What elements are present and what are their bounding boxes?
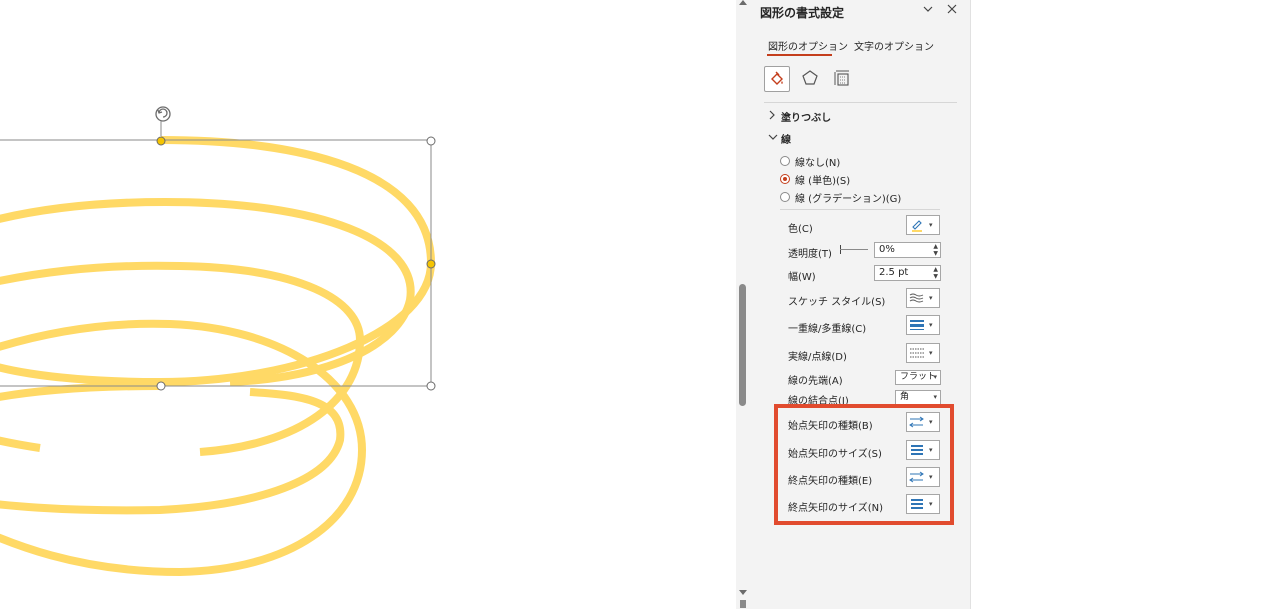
- active-tab-indicator: [767, 54, 832, 56]
- pane-title: 図形の書式設定: [760, 6, 845, 20]
- resize-handle-bottom[interactable]: [156, 381, 166, 391]
- transparency-value: 0%: [879, 244, 895, 255]
- chevron-down-icon[interactable]: [768, 133, 778, 144]
- sketch-lines-icon: [907, 292, 927, 304]
- adjust-handle-top[interactable]: [156, 136, 166, 146]
- width-label: 幅(W): [788, 272, 816, 283]
- adjust-handle-right[interactable]: [426, 259, 436, 269]
- compound-lines-icon: [907, 319, 927, 331]
- radio-solid-line[interactable]: 線 (単色)(S): [780, 172, 851, 187]
- radio-gradient-line[interactable]: 線 (グラデーション)(G): [780, 190, 902, 205]
- chevron-down-icon[interactable]: [922, 3, 934, 15]
- scroll-thumb[interactable]: [739, 284, 746, 406]
- transparency-label: 透明度(T): [788, 249, 832, 260]
- spinner-arrows-icon[interactable]: ▲ ▼: [933, 243, 938, 257]
- radio-label: 線 (単色)(S): [795, 175, 851, 187]
- radio-button[interactable]: [780, 174, 790, 184]
- tab-shape-options[interactable]: 図形のオプション: [768, 38, 848, 53]
- section-line[interactable]: 線: [781, 131, 791, 146]
- width-value: 2.5 pt: [879, 267, 909, 278]
- scroll-end-icon[interactable]: [740, 600, 746, 608]
- sketch-style-label: スケッチ スタイル(S): [788, 297, 886, 308]
- transparency-slider[interactable]: [840, 249, 868, 250]
- rotate-handle[interactable]: [155, 106, 171, 136]
- cap-type-dropdown[interactable]: フラット ▾: [895, 370, 941, 385]
- chevron-right-icon[interactable]: [768, 110, 776, 123]
- join-type-dropdown[interactable]: 角 ▾: [895, 390, 941, 405]
- width-input[interactable]: 2.5 pt ▲ ▼: [874, 265, 941, 281]
- chevron-down-icon: ▾: [929, 221, 933, 229]
- highlight-box: [774, 404, 954, 525]
- spinner-arrows-icon[interactable]: ▲ ▼: [933, 266, 938, 280]
- color-dropdown[interactable]: ▾: [906, 215, 940, 235]
- chevron-down-icon: ▾: [929, 294, 933, 302]
- fill-line-icon[interactable]: [764, 66, 790, 92]
- dash-type-dropdown[interactable]: ▾: [906, 343, 940, 363]
- resize-handle-top-right[interactable]: [426, 136, 436, 146]
- chevron-down-icon: ▾: [929, 349, 933, 357]
- dash-type-label: 実線/点線(D): [788, 352, 847, 363]
- sketch-style-dropdown[interactable]: ▾: [906, 288, 940, 308]
- cap-type-label: 線の先端(A): [788, 376, 843, 387]
- vertical-scrollbar[interactable]: [736, 0, 750, 609]
- divider: [780, 209, 940, 210]
- cap-type-value: フラット: [900, 372, 937, 382]
- resize-handle-bottom-right[interactable]: [426, 381, 436, 391]
- radio-label: 線なし(N): [795, 157, 841, 169]
- tab-text-options[interactable]: 文字のオプション: [854, 38, 934, 53]
- effects-pentagon-icon[interactable]: [798, 66, 822, 90]
- close-icon[interactable]: [946, 3, 958, 15]
- join-type-value: 角: [900, 392, 910, 402]
- scroll-up-icon[interactable]: [739, 0, 747, 5]
- compound-type-dropdown[interactable]: ▾: [906, 315, 940, 335]
- spiral-shape[interactable]: [0, 0, 736, 609]
- color-label: 色(C): [788, 224, 813, 235]
- compound-type-label: 一重線/多重線(C): [788, 324, 867, 335]
- dash-lines-icon: [907, 347, 927, 359]
- transparency-input[interactable]: 0% ▲ ▼: [874, 242, 941, 258]
- radio-button[interactable]: [780, 156, 790, 166]
- section-fill[interactable]: 塗りつぶし: [781, 109, 831, 124]
- pen-color-icon: [907, 218, 927, 232]
- chevron-down-icon: ▾: [933, 373, 937, 381]
- slide-canvas[interactable]: [0, 0, 736, 609]
- radio-label: 線 (グラデーション)(G): [795, 193, 902, 205]
- divider: [764, 102, 957, 103]
- chevron-down-icon: ▾: [933, 393, 937, 401]
- chevron-down-icon: ▾: [929, 321, 933, 329]
- scroll-down-icon[interactable]: [739, 590, 747, 595]
- radio-button[interactable]: [780, 192, 790, 202]
- size-properties-icon[interactable]: [830, 66, 854, 90]
- radio-no-line[interactable]: 線なし(N): [780, 154, 841, 169]
